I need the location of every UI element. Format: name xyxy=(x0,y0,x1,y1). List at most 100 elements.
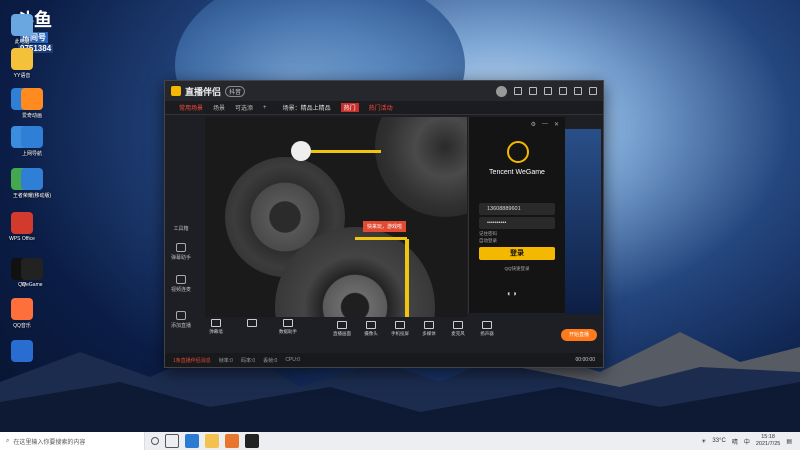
gear-graphic xyxy=(375,117,467,217)
sidebar-item-toolbox[interactable]: 工具箱 xyxy=(167,225,195,232)
add-tab-button[interactable]: + xyxy=(263,105,267,111)
close-icon[interactable] xyxy=(589,87,597,95)
app-sidebar: 工具箱 弹幕助手 视频连麦 添加直播 xyxy=(165,115,195,345)
phone-cast-button[interactable]: 手机投屏 xyxy=(389,321,411,337)
status-warning[interactable]: 1条直播伴侣消息 xyxy=(173,357,211,364)
remember-password-checkbox[interactable]: 记住密码 xyxy=(479,231,497,237)
data-icon xyxy=(283,319,293,327)
taskbar-search-box[interactable]: ⌕ 在这里输入你要搜索的内容 xyxy=(0,432,145,450)
desktop-icon-label: 上网导航 xyxy=(21,151,42,157)
stream-preview-canvas[interactable]: 快来玩，游戏啦 xyxy=(205,117,467,317)
search-icon: ⌕ xyxy=(6,437,10,444)
user-avatar[interactable] xyxy=(496,85,507,97)
camera-icon xyxy=(366,321,376,329)
app-icon xyxy=(21,168,43,190)
camera-button[interactable]: 摄像头 xyxy=(360,321,382,337)
media-button[interactable]: 多媒体 xyxy=(418,321,440,337)
data-assistant-button[interactable]: 数据助手 xyxy=(277,319,299,335)
menu-icon[interactable] xyxy=(544,87,552,95)
sidebar-item-video-link[interactable]: 视频连麦 xyxy=(167,275,195,293)
desktop-icon-label: 王者荣耀(移动版) xyxy=(12,193,52,199)
desktop-icon-label: 爱奇动画 xyxy=(21,113,42,119)
sidebar-item-add-live[interactable]: 添加直播 xyxy=(167,311,195,329)
tab-scene[interactable]: 场景 xyxy=(213,103,225,112)
desktop-icon[interactable]: WPS Office xyxy=(0,212,44,242)
tool-label: 手机投屏 xyxy=(391,331,409,336)
status-fps: 帧率:0 xyxy=(218,357,233,364)
hot-activity-link[interactable]: 热门活动 xyxy=(369,103,393,112)
desktop-icon-label: WeGame xyxy=(21,282,43,288)
desktop-behind-strip xyxy=(565,129,601,314)
desktop-icon[interactable]: QQ音乐 xyxy=(0,298,44,329)
live-timer: 00:00:00 xyxy=(575,357,595,363)
desktop-icon-label: QQ音乐 xyxy=(13,323,31,329)
clock-time: 15:18 xyxy=(761,434,775,440)
tool-label: 扬声器 xyxy=(480,331,494,336)
app-icon xyxy=(21,258,43,280)
chat-icon xyxy=(176,243,186,252)
sidebar-item-label: 添加直播 xyxy=(170,323,191,329)
media-icon xyxy=(424,321,434,329)
speaker-button[interactable]: 扬声器 xyxy=(476,321,498,337)
wegame-login-button[interactable]: 登录 xyxy=(479,247,555,260)
gear-icon[interactable]: ⚙ xyxy=(531,121,536,128)
sidebar-item-label: 工具箱 xyxy=(173,226,189,232)
live-app-taskbar-icon[interactable] xyxy=(245,434,259,448)
scene-tabbar: 常用场景 场景 可选添 + 场景：精品上精品 热门 热门活动 xyxy=(165,101,603,115)
desktop-icon[interactable]: 此电脑 xyxy=(0,14,44,45)
settings-icon[interactable] xyxy=(529,87,537,95)
desktop-icon[interactable]: WeGame xyxy=(10,258,54,288)
yellow-pipe xyxy=(355,237,407,240)
tab-common-scene[interactable]: 常用场景 xyxy=(179,103,203,112)
preview-subtools: 弹幕墙 数据助手 xyxy=(205,319,299,335)
wegame-password-field[interactable]: •••••••••• xyxy=(479,217,555,229)
screen-capture-button[interactable]: 直播画面 xyxy=(331,321,353,337)
yellow-pipe xyxy=(311,150,381,153)
desktop-icon[interactable]: YY语音 xyxy=(0,48,44,79)
qq-quick-login-link[interactable]: QQ快速登录 xyxy=(469,266,565,272)
desktop-icon[interactable]: 王者荣耀(移动版) xyxy=(10,168,54,199)
cortana-icon[interactable] xyxy=(151,437,159,445)
yellow-pipe xyxy=(405,239,409,317)
danmu-wall-button[interactable]: 弹幕墙 xyxy=(205,319,227,335)
tool-label: 直播画面 xyxy=(333,331,351,336)
notification-icon[interactable]: ▤ xyxy=(786,438,792,445)
remember-password-label: 记住密码 xyxy=(479,231,497,236)
auto-login-checkbox[interactable]: 自动登录 xyxy=(479,238,497,244)
app-icon xyxy=(21,88,43,110)
app-icon xyxy=(11,298,33,320)
maximize-icon[interactable] xyxy=(574,87,582,95)
download-button[interactable] xyxy=(241,319,263,335)
sidebar-item-danmu[interactable]: 弹幕助手 xyxy=(167,243,195,261)
microphone-button[interactable]: 麦克风 xyxy=(447,321,469,337)
ime-indicator[interactable]: 中 xyxy=(744,437,750,446)
desktop-icon[interactable]: 上网导航 xyxy=(10,126,54,157)
message-icon[interactable] xyxy=(514,87,522,95)
app-titlebar: 直播伴侣 抖音 xyxy=(165,81,603,101)
knob-graphic xyxy=(291,141,311,161)
desktop-icon[interactable]: 爱奇动画 xyxy=(10,88,54,119)
file-explorer-icon[interactable] xyxy=(205,434,219,448)
wegame-login-panel: ⚙ — ✕ Tencent WeGame 13608889601 •••••••… xyxy=(468,117,565,313)
add-icon xyxy=(176,311,186,320)
app-taskbar-icon[interactable] xyxy=(225,434,239,448)
task-view-icon[interactable] xyxy=(165,434,179,448)
minimize-icon[interactable] xyxy=(559,87,567,95)
preview-popup-tag[interactable]: 快来玩，游戏啦 xyxy=(363,221,407,232)
scene-selector[interactable]: 场景：精品上精品 xyxy=(283,103,331,112)
weather-temp[interactable]: 33°C xyxy=(712,438,725,444)
desktop-icon[interactable] xyxy=(0,340,44,364)
app-platform-tag[interactable]: 抖音 xyxy=(225,85,246,97)
start-live-button[interactable]: 开始直播 xyxy=(561,329,597,341)
auto-login-label: 自动登录 xyxy=(479,238,497,243)
download-icon xyxy=(247,319,257,327)
edge-browser-icon[interactable] xyxy=(185,434,199,448)
tab-optional[interactable]: 可选添 xyxy=(235,103,253,112)
taskbar-clock[interactable]: 15:18 2021/7/25 xyxy=(756,434,780,448)
weather-icon[interactable]: ☀ xyxy=(701,438,706,445)
search-placeholder: 在这里输入你要搜索的内容 xyxy=(13,439,86,446)
minimize-icon[interactable]: — xyxy=(542,121,548,128)
wegame-account-field[interactable]: 13608889601 xyxy=(479,203,555,215)
hot-badge: 热门 xyxy=(340,103,359,112)
close-icon[interactable]: ✕ xyxy=(554,121,559,128)
